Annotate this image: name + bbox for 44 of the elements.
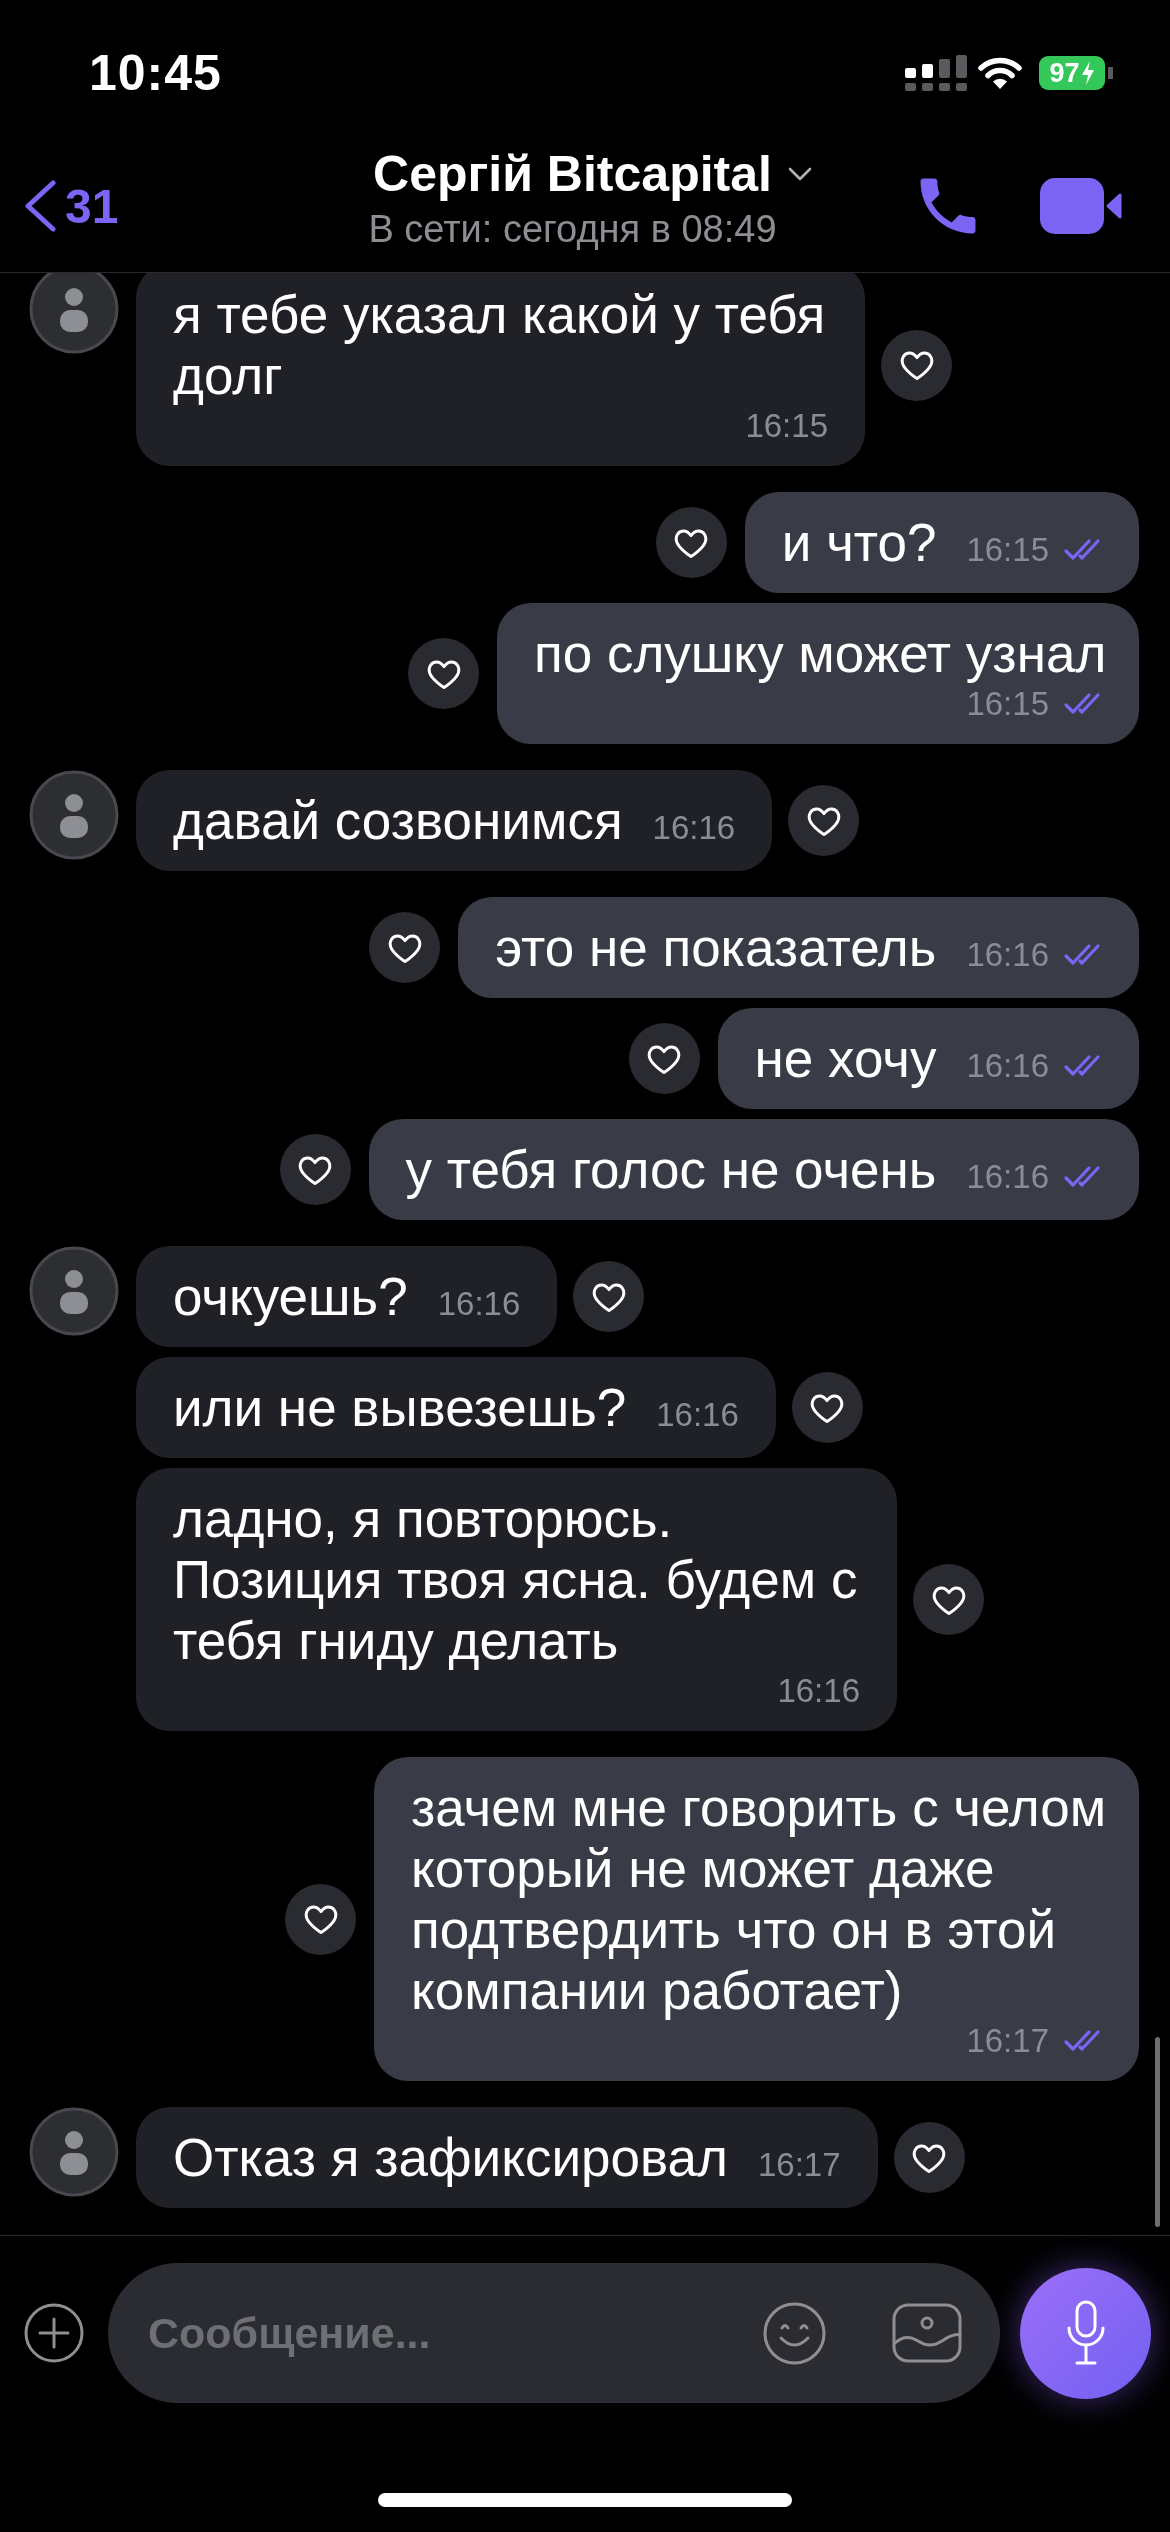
message-time: 16:16 bbox=[966, 935, 1049, 975]
message-text: не хочу bbox=[754, 1028, 937, 1089]
phone-icon[interactable] bbox=[919, 177, 977, 235]
message-time: 16:16 bbox=[656, 1395, 739, 1435]
plus-circle-icon[interactable] bbox=[24, 2303, 84, 2363]
message-time: 16:16 bbox=[437, 1284, 521, 1324]
message-text: я тебе указал какой у тебя долг bbox=[173, 284, 827, 406]
lightning-bolt-icon bbox=[1080, 61, 1095, 85]
contact-name[interactable]: Сергій Bitcapital bbox=[373, 148, 772, 200]
message-time: 16:15 bbox=[745, 406, 828, 446]
message-text: и что? bbox=[781, 512, 937, 573]
message-text: это не показатель bbox=[495, 917, 937, 978]
message-text: очкуешь? bbox=[173, 1266, 408, 1327]
status-time: 10:45 bbox=[89, 44, 222, 102]
avatar-icon bbox=[29, 1246, 119, 1336]
message-text: давай созвонимся bbox=[173, 790, 623, 851]
message-text: по слушку может узнал bbox=[534, 623, 1107, 684]
message-text: ладно, я повторюсь. Позиция твоя ясна. будем с тебя гниду делать bbox=[173, 1488, 859, 1671]
wifi-icon bbox=[977, 56, 1023, 90]
message-time: 16:16 bbox=[777, 1671, 860, 1711]
message-time: 16:17 bbox=[966, 2021, 1049, 2061]
smiley-icon[interactable] bbox=[763, 2301, 826, 2365]
message-text: зачем мне говорить с челом который не может даже подтвердить что он в этой компании работает) bbox=[411, 1777, 1108, 2021]
message-time: 16:17 bbox=[758, 2145, 841, 2185]
last-seen-status: В сети: сегодня в 08:49 bbox=[368, 208, 777, 250]
image-icon[interactable] bbox=[892, 2303, 962, 2363]
message-field[interactable]: Сообщение... bbox=[108, 2263, 1000, 2403]
back-button[interactable]: 31 bbox=[23, 178, 119, 234]
message-time: 16:16 bbox=[652, 808, 736, 848]
avatar-icon bbox=[29, 2107, 119, 2197]
message-time: 16:16 bbox=[966, 1046, 1049, 1086]
message-text: или не вывезешь? bbox=[173, 1377, 627, 1438]
message-text: у тебя голос не очень bbox=[405, 1139, 937, 1200]
message-input[interactable]: Сообщение... bbox=[148, 2303, 743, 2363]
video-camera-icon[interactable] bbox=[1040, 178, 1122, 234]
avatar-icon bbox=[29, 770, 119, 860]
message-text: Отказ я зафиксировал bbox=[173, 2127, 728, 2188]
chevron-down-icon[interactable] bbox=[787, 167, 812, 181]
message-time: 16:15 bbox=[966, 684, 1049, 724]
chevron-left-icon bbox=[23, 180, 57, 232]
message-time: 16:15 bbox=[966, 530, 1049, 570]
message-time: 16:16 bbox=[966, 1157, 1049, 1197]
battery-percentage: 97 bbox=[1049, 58, 1080, 88]
voice-message-button[interactable] bbox=[1020, 2267, 1151, 2399]
